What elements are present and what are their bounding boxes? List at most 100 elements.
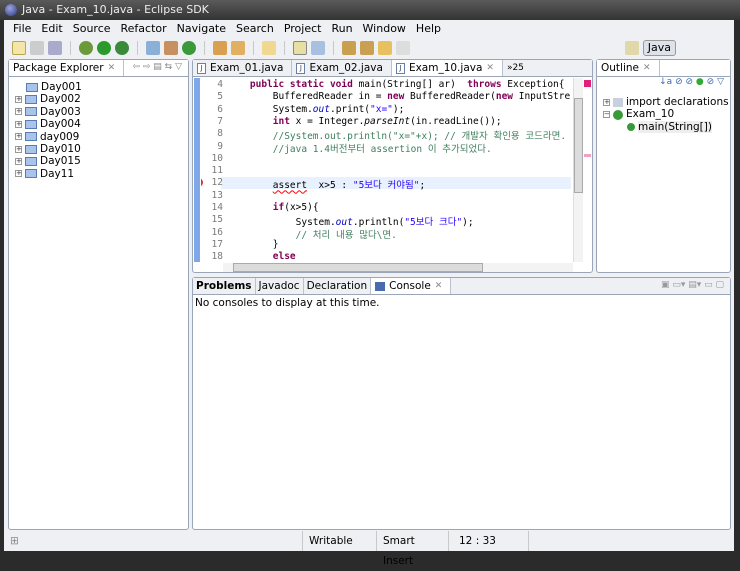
code-line: System.out.print("x="); [227,103,405,115]
tab-outline[interactable]: Outline ✕ [597,60,660,76]
menu-file[interactable]: File [8,20,36,37]
tab-javadoc[interactable]: Javadoc [256,278,304,294]
status-bar: ⊞ Writable Smart Insert 12 : 33 [4,531,734,567]
code-line: int x = Integer.parseInt(in.readLine()); [272,115,502,127]
title-bar: Java - Exam_10.java - Eclipse SDK [0,0,740,20]
sort-icon[interactable]: ↓a [659,77,672,87]
save-icon[interactable] [30,41,44,55]
forward-icon[interactable] [396,41,410,55]
code-line: } [227,238,279,250]
editor-tabbar: J Exam_01.java J Exam_02.java J Exam_10.jav… [193,60,592,77]
tab-declaration[interactable]: Declaration [304,278,372,294]
open-type-icon[interactable] [213,41,227,55]
code-line: //java 1.4버전부터 assertion 이 추가되었다. [272,143,492,155]
quick-diff-ruler [194,78,200,262]
outline-item[interactable]: − Exam_10 [603,108,730,120]
tree-item[interactable]: + day009 [15,131,188,143]
outline-item[interactable]: main(String[]) [603,120,730,134]
horizontal-scrollbar[interactable] [223,263,573,272]
project-icon [25,169,37,179]
tab-problems[interactable]: Problems [193,278,256,294]
close-icon[interactable]: ✕ [108,60,116,76]
external-tools-icon[interactable] [115,41,129,55]
fast-view-icon[interactable]: ⊞ [4,531,302,551]
scroll-thumb[interactable] [233,263,483,272]
tree-item[interactable]: + Day002 [15,93,188,105]
console-toolbar[interactable]: ▣ ▭▾ ▤▾ ▭ ▢ [661,280,724,290]
back-icon[interactable] [378,41,392,55]
hide-static-icon[interactable]: ⊘ [686,77,694,87]
tree-item[interactable]: Day001 [15,81,188,93]
tab-overflow[interactable]: »25 [503,60,532,76]
menu-search[interactable]: Search [231,20,279,37]
close-icon[interactable]: ✕ [486,60,494,76]
tab-package-explorer[interactable]: Package Explorer ✕ [9,60,125,76]
project-icon [25,144,37,154]
print-icon[interactable] [48,41,62,55]
code-area[interactable]: 4 public static void main(String[] ar) t… [201,79,571,263]
prev-annotation-icon[interactable] [360,41,374,55]
tab-exam-02[interactable]: J Exam_02.java [292,60,392,76]
code-line: if(x>5){ [272,202,319,213]
console-message: No consoles to display at this time. [195,297,380,309]
menu-help[interactable]: Help [411,20,446,37]
menu-bar: File Edit Source Refactor Navigate Searc… [4,20,734,37]
new-java-icon[interactable] [182,41,196,55]
line-number: 9 [217,140,223,152]
menu-project[interactable]: Project [279,20,327,37]
menu-window[interactable]: Window [358,20,411,37]
line-number: 15 [211,214,223,226]
tree-item[interactable]: + Day010 [15,143,188,155]
open-folder-icon[interactable] [262,41,276,55]
tab-console[interactable]: Console ✕ [371,278,452,294]
menu-edit[interactable]: Edit [36,20,67,37]
new-icon[interactable] [12,41,26,55]
line-number: 6 [217,103,223,115]
bottom-tabbar: Problems Javadoc Declaration Console ✕ ▣ … [193,278,730,295]
view-menu-icon[interactable]: ⇦ ⇨ ▤ ⇆ ▽ [133,62,183,72]
project-icon [25,107,37,117]
vertical-scrollbar[interactable] [573,78,583,262]
line-number: 4 [217,79,223,90]
hide-fields-icon[interactable]: ⊘ [675,77,683,87]
hide-nonpublic-icon[interactable]: ● [696,77,704,87]
tab-exam-01[interactable]: J Exam_01.java [193,60,293,76]
line-number: 18 [211,251,223,263]
outline-tree: + import declarations − Exam_10 main(Strin… [597,92,730,134]
console-panel: Problems Javadoc Declaration Console ✕ ▣ … [192,277,731,530]
menu-source[interactable]: Source [68,20,116,37]
scroll-thumb[interactable] [574,98,583,193]
tree-item[interactable]: + Day004 [15,118,188,130]
package-explorer-panel: Package Explorer ✕ ⇦ ⇨ ▤ ⇆ ▽ Day001 + Day0… [8,59,189,530]
tab-exam-10[interactable]: J Exam_10.java ✕ [391,60,503,76]
new-class-icon[interactable] [164,41,178,55]
tree-item[interactable]: + Day003 [15,106,188,118]
outline-item[interactable]: + import declarations [603,96,730,108]
window-title: Java - Exam_10.java - Eclipse SDK [22,3,209,16]
toggle-icon[interactable] [311,41,325,55]
run-icon[interactable] [97,41,111,55]
status-writable: Writable [302,531,376,551]
toolbar: Java [4,38,734,58]
tree-item[interactable]: + Day015 [15,155,188,167]
menu-navigate[interactable]: Navigate [172,20,231,37]
menu-run[interactable]: Run [326,20,357,37]
tree-item[interactable]: + Day11 [15,168,188,180]
line-number: 10 [211,152,223,164]
project-icon [25,119,37,129]
java-perspective-button[interactable]: Java [642,40,676,56]
close-icon[interactable]: ✕ [643,60,651,76]
open-perspective-icon[interactable] [624,41,639,55]
close-icon[interactable]: ✕ [435,278,443,294]
new-package-icon[interactable] [146,41,160,55]
menu-refactor[interactable]: Refactor [116,20,172,37]
console-icon [375,281,386,291]
next-annotation-icon[interactable] [342,41,356,55]
outline-tabbar: Outline ✕ [597,60,730,77]
debug-icon[interactable] [79,41,93,55]
project-icon [25,95,37,105]
mark-occurrences-icon[interactable] [293,41,307,55]
hide-local-icon[interactable]: ⊘ [707,77,715,87]
class-icon [613,109,623,120]
search-icon[interactable] [231,41,245,55]
